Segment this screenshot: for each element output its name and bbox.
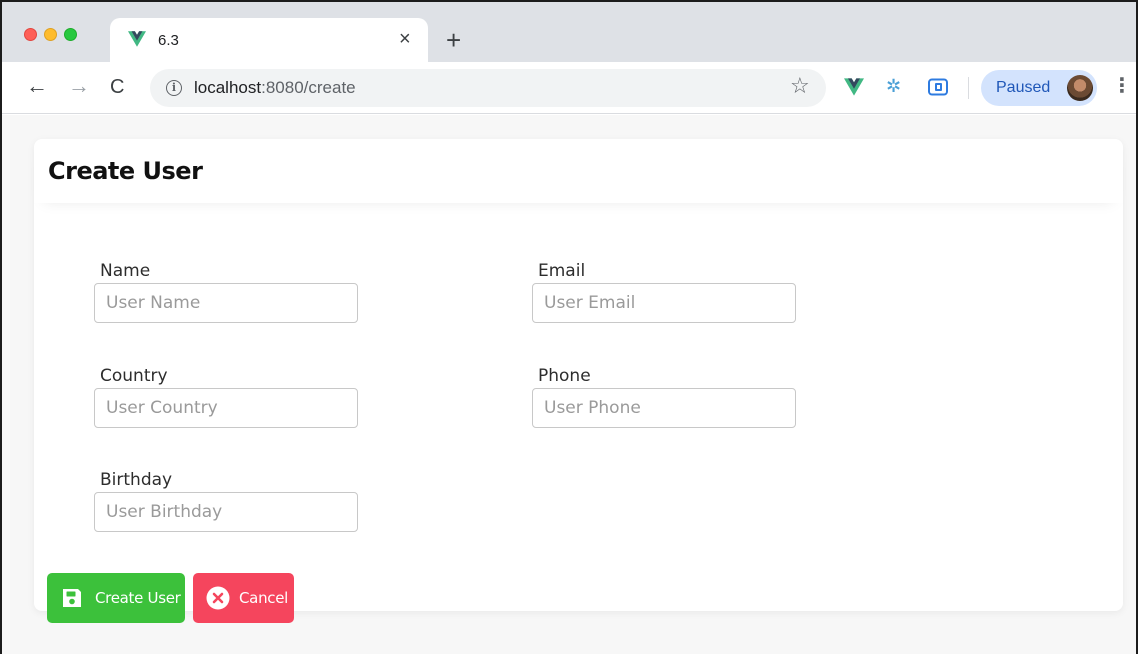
reload-button[interactable]: C <box>110 76 124 98</box>
email-field-group: Email <box>532 260 796 323</box>
page-content: Create User Name Email Country Phone Bir… <box>2 115 1136 654</box>
tab-title: 6.3 <box>158 32 179 49</box>
phone-field-group: Phone <box>532 365 796 428</box>
extension-box-icon[interactable] <box>928 78 948 96</box>
card-header: Create User <box>34 139 1123 203</box>
maximize-window-button[interactable] <box>64 28 77 41</box>
name-input[interactable] <box>94 283 358 323</box>
tab-close-icon[interactable]: × <box>399 29 411 49</box>
email-input[interactable] <box>532 283 796 323</box>
url-path: :8080/create <box>261 78 356 97</box>
browser-window: 6.3 × + ← → C i localhost:8080/create ☆ … <box>0 0 1138 654</box>
close-circle-icon <box>206 586 230 610</box>
info-icon[interactable]: i <box>166 80 182 96</box>
tab-strip: 6.3 × + <box>2 2 1136 62</box>
avatar <box>1067 75 1093 101</box>
url-text[interactable]: localhost:8080/create <box>194 78 356 98</box>
page-title: Create User <box>48 157 203 185</box>
name-field-group: Name <box>94 260 358 323</box>
birthday-field-group: Birthday <box>94 469 358 532</box>
vue-devtools-icon[interactable] <box>844 78 864 96</box>
country-input[interactable] <box>94 388 358 428</box>
phone-input[interactable] <box>532 388 796 428</box>
email-label: Email <box>538 261 586 281</box>
name-label: Name <box>100 261 151 281</box>
country-label: Country <box>100 366 168 386</box>
floppy-disk-icon <box>63 589 81 607</box>
vue-logo-icon <box>128 31 146 47</box>
bookmark-star-icon[interactable]: ☆ <box>790 75 810 97</box>
back-button[interactable]: ← <box>26 75 48 97</box>
create-user-button[interactable]: Create User <box>47 573 185 623</box>
forward-button[interactable]: → <box>68 75 90 97</box>
minimize-window-button[interactable] <box>44 28 57 41</box>
browser-menu-icon[interactable]: ⋮ <box>1112 75 1132 97</box>
birthday-input[interactable] <box>94 492 358 532</box>
tab-active[interactable]: 6.3 × <box>110 18 428 62</box>
url-host: localhost <box>194 78 262 97</box>
address-bar[interactable]: i localhost:8080/create ☆ <box>150 69 826 107</box>
phone-label: Phone <box>538 366 591 386</box>
cancel-button[interactable]: Cancel <box>193 573 294 623</box>
profile-status: Paused <box>996 79 1051 96</box>
browser-toolbar: ← → C i localhost:8080/create ☆ ✲ Paused… <box>2 62 1136 114</box>
profile-button[interactable]: Paused <box>981 70 1097 106</box>
bug-extension-icon[interactable]: ✲ <box>886 77 901 95</box>
create-user-card: Create User Name Email Country Phone Bir… <box>34 139 1123 611</box>
toolbar-divider <box>968 77 969 99</box>
close-window-button[interactable] <box>24 28 37 41</box>
create-user-label: Create User <box>95 589 181 607</box>
cancel-label: Cancel <box>239 589 289 607</box>
new-tab-button[interactable]: + <box>446 27 461 53</box>
country-field-group: Country <box>94 365 358 428</box>
birthday-label: Birthday <box>100 470 173 490</box>
